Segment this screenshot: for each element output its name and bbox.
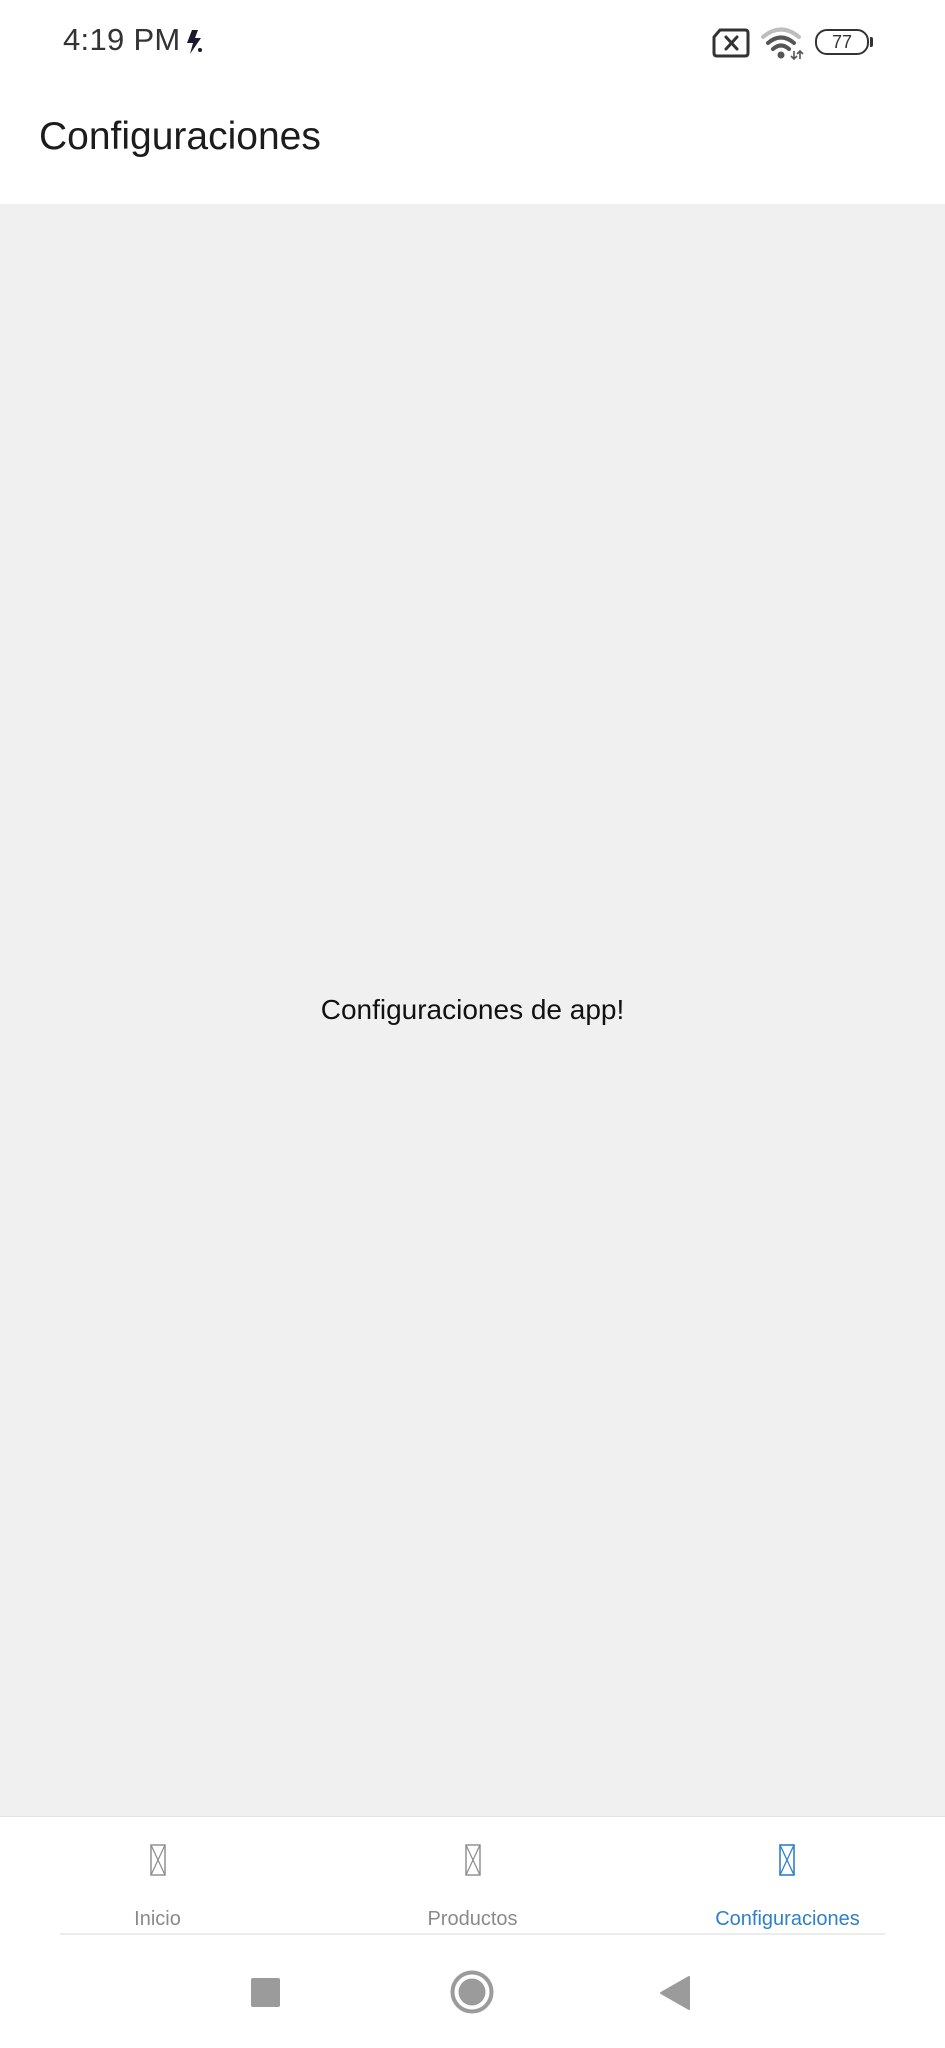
settings-message: Configuraciones de app! bbox=[320, 994, 625, 1025]
tab-label-productos: Productos bbox=[427, 1908, 518, 1930]
home-circle-icon[interactable] bbox=[450, 1970, 494, 2014]
system-nav-bar bbox=[0, 1935, 945, 2048]
placeholder-glyph-icon bbox=[779, 1844, 795, 1876]
battery-icon: 77 bbox=[815, 29, 873, 55]
recents-square-icon[interactable] bbox=[251, 1978, 280, 2007]
main-content: Configuraciones de app! bbox=[0, 204, 945, 1817]
wifi-icon bbox=[761, 27, 804, 60]
tab-configuraciones[interactable]: Configuraciones bbox=[630, 1817, 945, 1935]
app-header: Configuraciones bbox=[0, 88, 945, 204]
bottom-tab-bar: Inicio Productos Configuraciones bbox=[0, 1817, 945, 1935]
placeholder-glyph-icon bbox=[150, 1844, 166, 1876]
placeholder-glyph-icon bbox=[465, 1844, 481, 1876]
battery-level: 77 bbox=[831, 32, 853, 52]
tab-inicio[interactable]: Inicio bbox=[0, 1817, 315, 1935]
notification-bolt-icon bbox=[187, 30, 202, 54]
tab-label-inicio: Inicio bbox=[134, 1908, 181, 1930]
no-sim-icon bbox=[712, 28, 750, 58]
status-time: 4:19 PM bbox=[63, 22, 181, 57]
tab-productos[interactable]: Productos bbox=[315, 1817, 630, 1935]
back-triangle-icon[interactable] bbox=[659, 1975, 691, 2011]
tab-label-configuraciones: Configuraciones bbox=[715, 1908, 860, 1930]
status-bar: 4:19 PM 77 bbox=[0, 0, 945, 88]
page-title: Configuraciones bbox=[39, 115, 321, 158]
